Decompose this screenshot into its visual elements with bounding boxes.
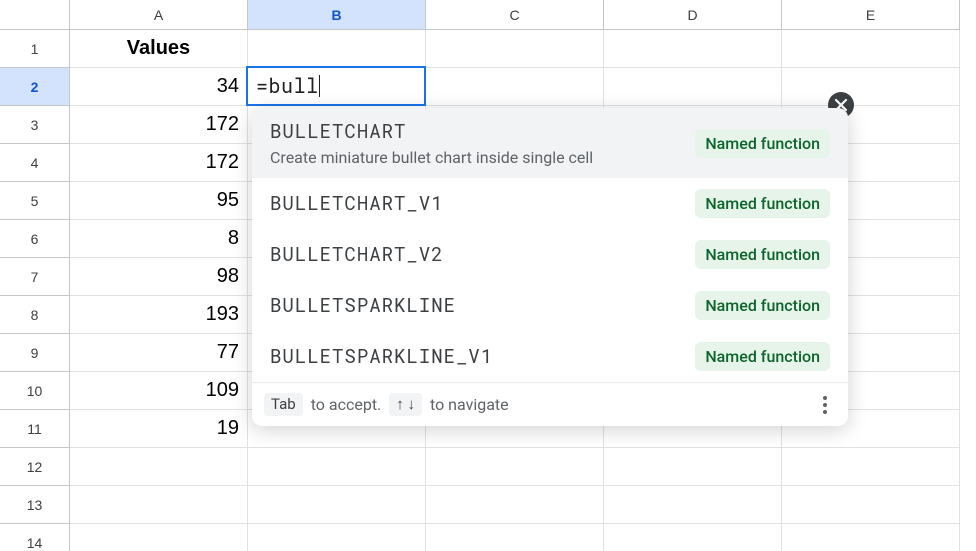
formula-edit-input[interactable]: =bull xyxy=(246,66,426,106)
autocomplete-item-name: BULLETCHART_V1 xyxy=(270,191,444,216)
autocomplete-item-bulletchart[interactable]: BULLETCHART Create miniature bullet chart… xyxy=(252,108,848,178)
col-header-A[interactable]: A xyxy=(70,0,248,30)
cell-C14[interactable] xyxy=(426,524,604,551)
named-function-badge: Named function xyxy=(695,240,830,269)
cell-B14[interactable] xyxy=(248,524,426,551)
cell-A14[interactable] xyxy=(70,524,248,551)
named-function-badge: Named function xyxy=(695,291,830,320)
cell-A2[interactable]: 34 xyxy=(70,68,248,106)
cell-A9[interactable]: 77 xyxy=(70,334,248,372)
navigate-hint: to navigate xyxy=(430,395,509,414)
row-headers: 1234567891011121314 xyxy=(0,30,70,551)
cell-B12[interactable] xyxy=(248,448,426,486)
select-all-corner[interactable] xyxy=(0,0,70,30)
col-header-D[interactable]: D xyxy=(604,0,782,30)
col-header-B[interactable]: B xyxy=(248,0,426,30)
cell-A10[interactable]: 109 xyxy=(70,372,248,410)
function-autocomplete-popup: BULLETCHART Create miniature bullet chart… xyxy=(252,108,848,426)
cell-C13[interactable] xyxy=(426,486,604,524)
col-header-C[interactable]: C xyxy=(426,0,604,30)
column-headers: ABCDE xyxy=(70,0,960,30)
row-header-2[interactable]: 2 xyxy=(0,68,70,106)
named-function-badge: Named function xyxy=(695,129,830,158)
cell-A12[interactable] xyxy=(70,448,248,486)
autocomplete-item-bulletsparkline[interactable]: BULLETSPARKLINE Named function xyxy=(252,280,848,331)
accept-hint: to accept. xyxy=(311,395,382,414)
named-function-badge: Named function xyxy=(695,342,830,371)
autocomplete-item-bulletsparkline_v1[interactable]: BULLETSPARKLINE_V1 Named function xyxy=(252,331,848,382)
cell-A5[interactable]: 95 xyxy=(70,182,248,220)
cell-E13[interactable] xyxy=(782,486,960,524)
cell-C12[interactable] xyxy=(426,448,604,486)
row-header-3[interactable]: 3 xyxy=(0,106,70,144)
cell-A11[interactable]: 19 xyxy=(70,410,248,448)
row-header-12[interactable]: 12 xyxy=(0,448,70,486)
text-caret xyxy=(319,75,320,97)
row-header-7[interactable]: 7 xyxy=(0,258,70,296)
named-function-badge: Named function xyxy=(695,189,830,218)
autocomplete-item-name: BULLETSPARKLINE_V1 xyxy=(270,344,493,369)
cell-C2[interactable] xyxy=(426,68,604,106)
cell-D12[interactable] xyxy=(604,448,782,486)
cell-B1[interactable] xyxy=(248,30,426,68)
row-header-13[interactable]: 13 xyxy=(0,486,70,524)
cell-D1[interactable] xyxy=(604,30,782,68)
more-options-icon[interactable] xyxy=(814,394,836,416)
autocomplete-item-bulletchart_v1[interactable]: BULLETCHART_V1 Named function xyxy=(252,178,848,229)
cell-D13[interactable] xyxy=(604,486,782,524)
cell-B13[interactable] xyxy=(248,486,426,524)
cell-A3[interactable]: 172 xyxy=(70,106,248,144)
cell-A8[interactable]: 193 xyxy=(70,296,248,334)
row-header-4[interactable]: 4 xyxy=(0,144,70,182)
cell-E1[interactable] xyxy=(782,30,960,68)
cell-A1[interactable]: Values xyxy=(70,30,248,68)
row-header-5[interactable]: 5 xyxy=(0,182,70,220)
row-header-1[interactable]: 1 xyxy=(0,30,70,68)
cell-D14[interactable] xyxy=(604,524,782,551)
row-header-11[interactable]: 11 xyxy=(0,410,70,448)
cell-A4[interactable]: 172 xyxy=(70,144,248,182)
arrow-keys-chip: ↑ ↓ xyxy=(389,393,422,416)
row-header-9[interactable]: 9 xyxy=(0,334,70,372)
row-header-8[interactable]: 8 xyxy=(0,296,70,334)
autocomplete-item-name: BULLETCHART_V2 xyxy=(270,242,444,267)
autocomplete-item-name: BULLETSPARKLINE xyxy=(270,293,456,318)
cell-C1[interactable] xyxy=(426,30,604,68)
tab-key-chip: Tab xyxy=(264,393,303,416)
cell-A6[interactable]: 8 xyxy=(70,220,248,258)
formula-text: =bull xyxy=(256,73,319,99)
row-header-14[interactable]: 14 xyxy=(0,524,70,551)
cell-A7[interactable]: 98 xyxy=(70,258,248,296)
autocomplete-footer: Tab to accept. ↑ ↓ to navigate xyxy=(252,382,848,426)
cell-E12[interactable] xyxy=(782,448,960,486)
cell-D2[interactable] xyxy=(604,68,782,106)
autocomplete-item-bulletchart_v2[interactable]: BULLETCHART_V2 Named function xyxy=(252,229,848,280)
autocomplete-item-description: Create miniature bullet chart inside sin… xyxy=(270,148,593,167)
cell-A13[interactable] xyxy=(70,486,248,524)
autocomplete-item-name: BULLETCHART xyxy=(270,119,593,144)
row-header-6[interactable]: 6 xyxy=(0,220,70,258)
cell-E2[interactable] xyxy=(782,68,960,106)
cell-E14[interactable] xyxy=(782,524,960,551)
col-header-E[interactable]: E xyxy=(782,0,960,30)
row-header-10[interactable]: 10 xyxy=(0,372,70,410)
